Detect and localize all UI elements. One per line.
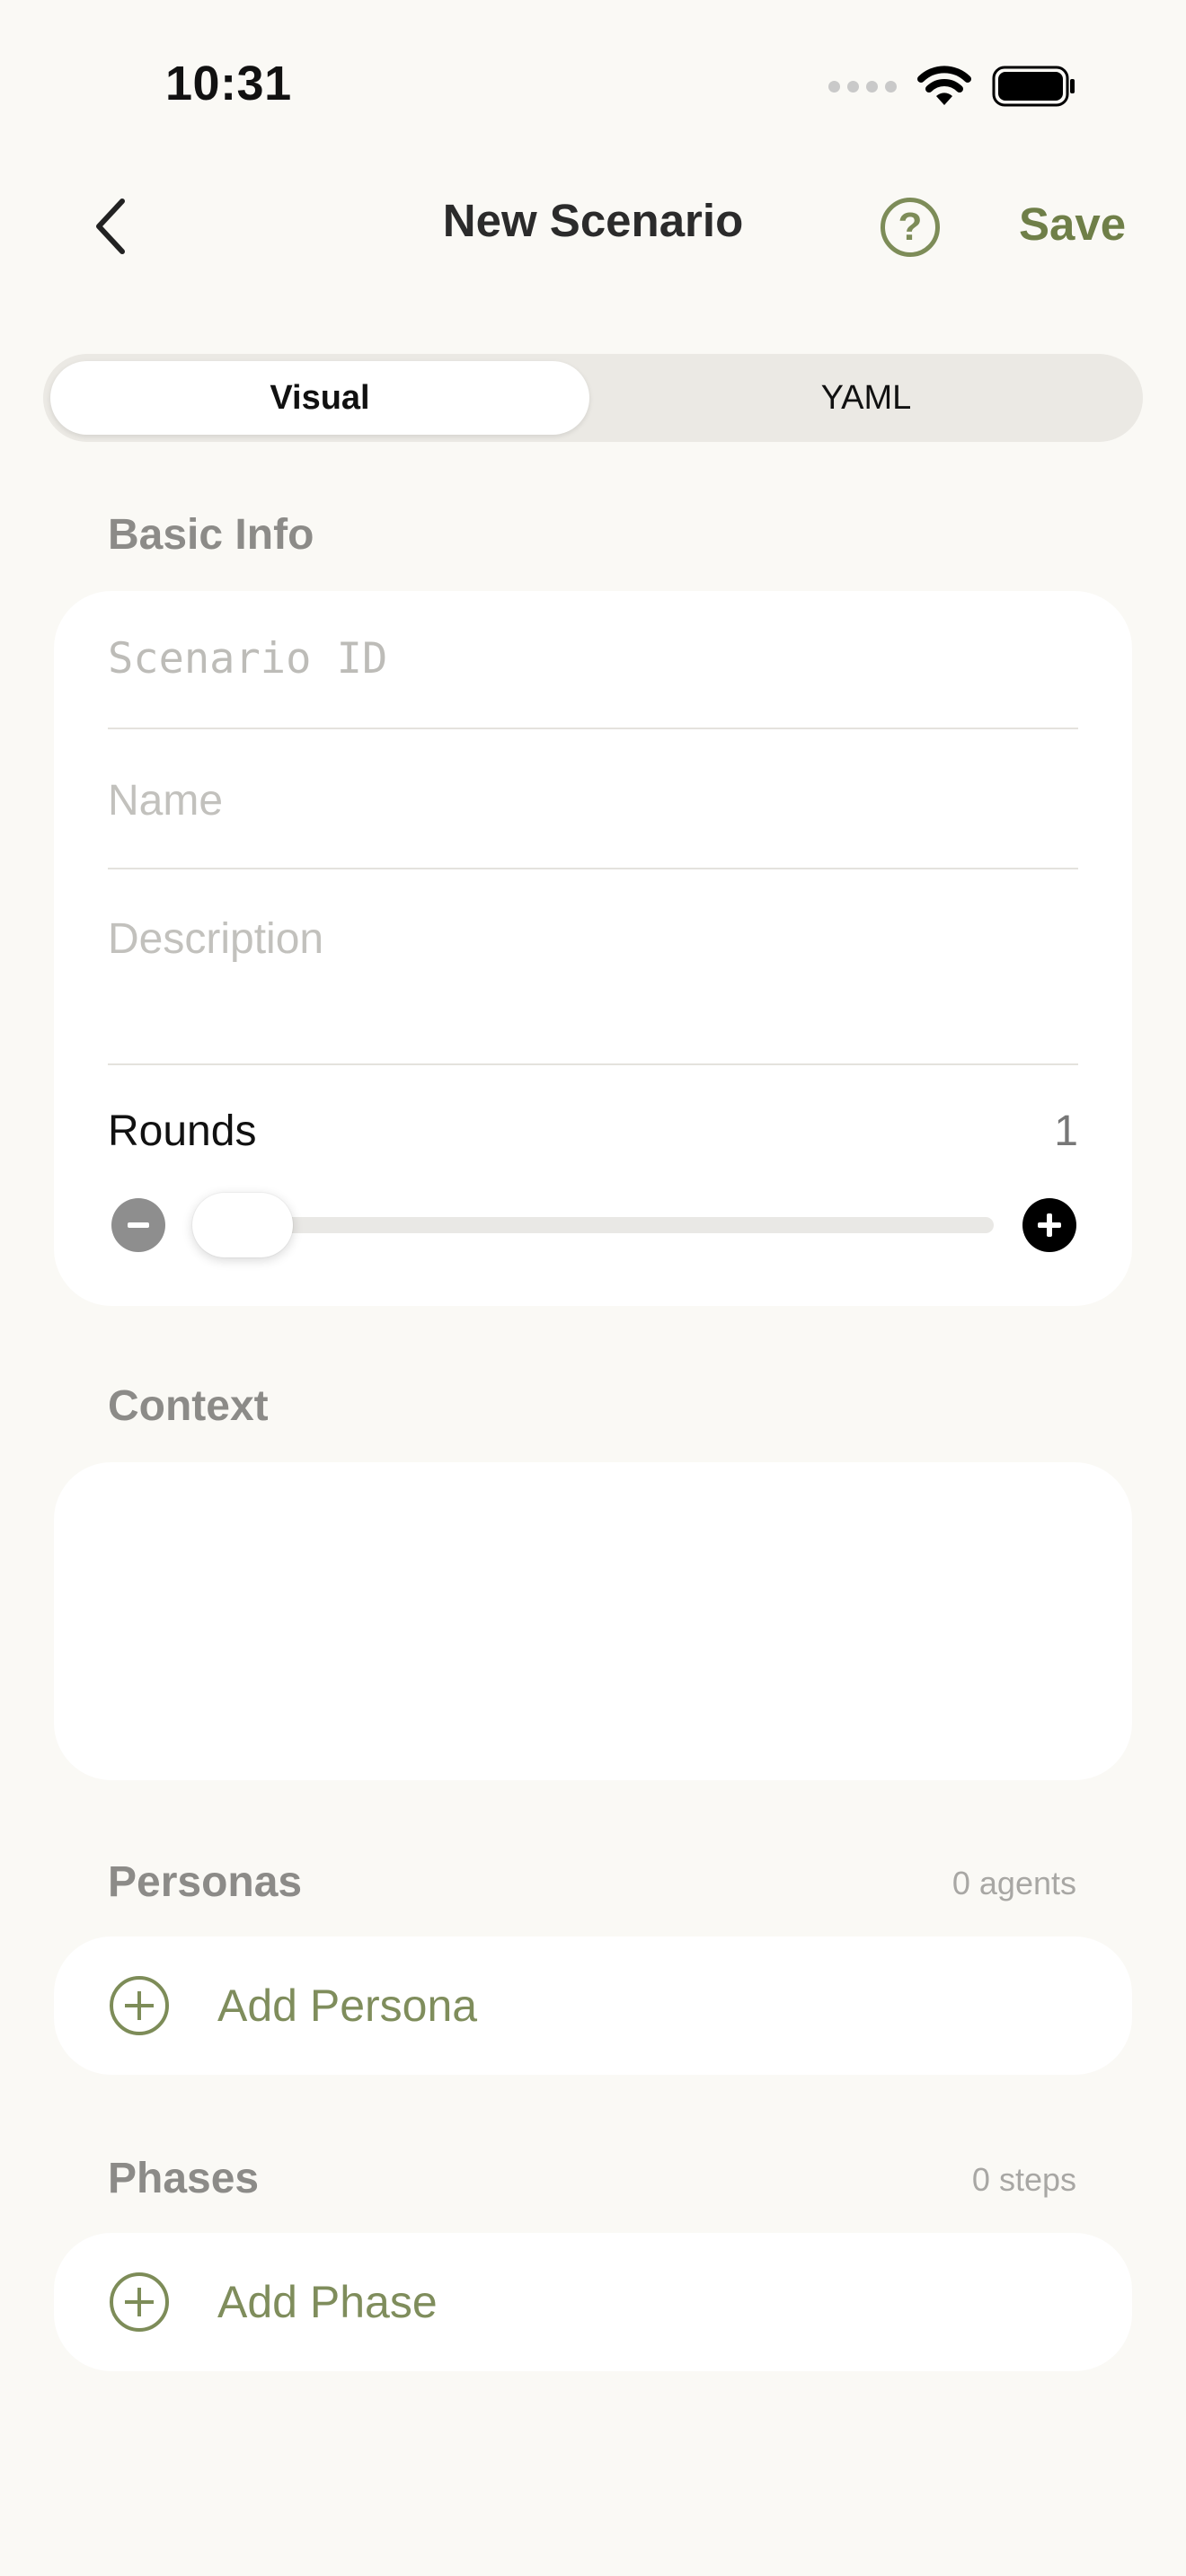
plus-circle-icon [110,2272,169,2332]
rounds-slider-thumb[interactable] [192,1193,293,1257]
question-mark-icon: ? [898,205,923,249]
add-phase-button[interactable]: Add Phase [54,2233,1132,2371]
minus-icon [128,1222,149,1228]
mode-segmented-control: Visual YAML [43,354,1143,442]
rounds-label: Rounds [108,1107,257,1155]
save-button[interactable]: Save [1019,198,1126,251]
personas-header: Personas [108,1858,303,1906]
context-header: Context [108,1382,269,1430]
wifi-icon [917,66,971,105]
divider [108,868,1078,869]
rounds-decrement-button[interactable] [111,1198,165,1252]
rounds-value: 1 [1054,1107,1078,1155]
tab-visual[interactable]: Visual [50,361,589,435]
rounds-increment-button[interactable] [1022,1198,1076,1252]
plus-icon [1038,1213,1061,1237]
basic-info-card: Scenario ID Name Description Rounds 1 [54,591,1132,1306]
phases-count: 0 steps [971,2161,1076,2198]
chevron-left-icon [96,198,125,254]
divider [108,728,1078,729]
add-persona-label: Add Persona [217,1981,478,2031]
scenario-id-field[interactable]: Scenario ID [108,634,1078,684]
personas-count: 0 agents [951,1865,1076,1901]
status-icons [828,65,1076,108]
cellular-signal-icon [828,80,897,93]
rounds-slider[interactable] [192,1217,994,1233]
name-field[interactable]: Name [108,776,1078,825]
description-field[interactable]: Description [108,914,1078,1049]
context-text-area[interactable] [54,1462,1132,1780]
back-button[interactable] [86,192,133,260]
add-persona-button[interactable]: Add Persona [54,1936,1132,2075]
plus-circle-icon [110,1976,169,2035]
status-time: 10:31 [165,57,292,110]
page-title: New Scenario [442,195,744,246]
phases-header: Phases [108,2155,260,2202]
basic-info-header: Basic Info [108,511,314,559]
tab-yaml[interactable]: YAML [597,361,1136,435]
divider [108,1063,1078,1065]
add-phase-label: Add Phase [217,2277,438,2327]
battery-icon [992,66,1075,107]
help-button[interactable]: ? [881,198,940,257]
